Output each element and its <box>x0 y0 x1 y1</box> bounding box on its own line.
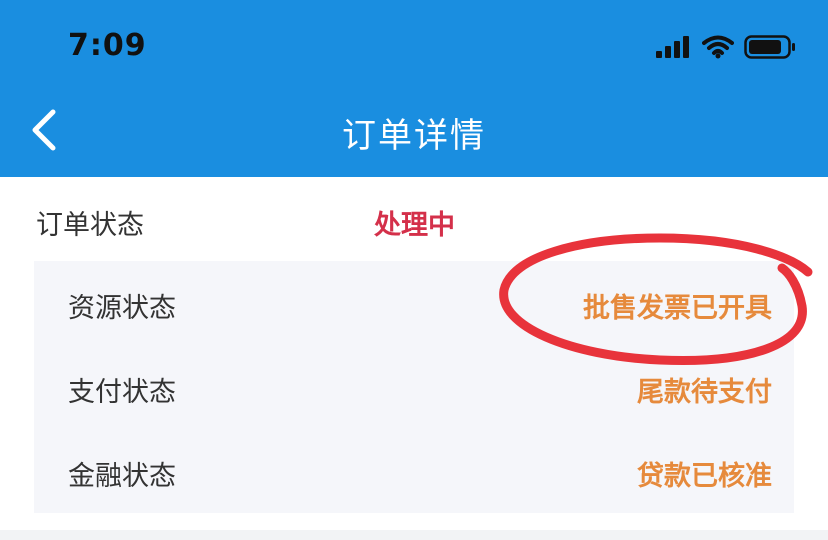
status-icons <box>656 34 796 64</box>
page-title: 订单详情 <box>342 116 486 156</box>
order-status-label: 订单状态 <box>36 210 144 241</box>
signal-icon <box>656 36 692 62</box>
finance-status-label: 金融状态 <box>68 461 176 492</box>
finance-status-value: 贷款已核准 <box>637 461 772 492</box>
status-time: 7:09 <box>68 28 147 63</box>
payment-status-value: 尾款待支付 <box>637 377 772 408</box>
resource-status-value: 批售发票已开具 <box>583 293 772 324</box>
wifi-icon <box>702 35 734 63</box>
resource-status-label: 资源状态 <box>68 293 176 324</box>
battery-icon <box>744 34 796 64</box>
payment-status-label: 支付状态 <box>68 377 176 408</box>
order-status-value: 处理中 <box>374 210 455 241</box>
